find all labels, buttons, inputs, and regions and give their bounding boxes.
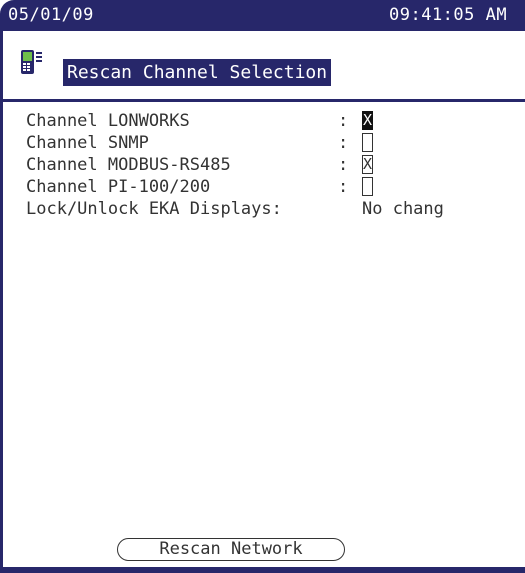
channel-colon: : [338,155,349,175]
header-divider [0,99,525,102]
channel-label-modbus: Channel MODBUS-RS485 [26,155,231,175]
channel-checkbox-lonworks[interactable]: X [362,111,373,130]
channel-colon: : [338,111,349,131]
bottom-frame-border [0,567,525,573]
channel-checkbox-snmp[interactable] [362,133,373,152]
device-screen: 05/01/09 09:41:05 AM Rescan Channel Sele… [0,0,525,573]
status-bar: 05/01/09 09:41:05 AM [0,0,525,31]
status-date: 05/01/09 [8,5,94,25]
channel-row-pi: Channel PI-100/200 : [26,177,348,198]
lock-value-selector[interactable]: No chang [362,199,444,220]
handheld-device-icon [21,50,42,74]
channel-colon: : [338,177,349,197]
channel-row-modbus: Channel MODBUS-RS485 : [26,155,348,176]
channel-checkbox-pi[interactable] [362,177,373,196]
page-title: Rescan Channel Selection [63,59,332,86]
lock-colon: : [271,199,282,219]
channel-label-lonworks: Channel LONWORKS [26,111,190,131]
channel-label-snmp: Channel SNMP [26,133,149,153]
lock-label: Lock/Unlock EKA Displays [26,199,272,219]
channel-row-snmp: Channel SNMP : [26,133,348,154]
channel-checkbox-modbus[interactable]: X [362,155,373,174]
lock-row: Lock/Unlock EKA Displays: No chang [26,199,444,220]
channel-row-lonworks: Channel LONWORKS : [26,111,348,132]
channel-label-pi: Channel PI-100/200 [26,177,211,197]
channel-colon: : [338,133,349,153]
left-frame-border [0,31,3,567]
status-time: 09:41:05 AM [389,5,508,25]
rescan-network-button[interactable]: Rescan Network [117,538,345,561]
